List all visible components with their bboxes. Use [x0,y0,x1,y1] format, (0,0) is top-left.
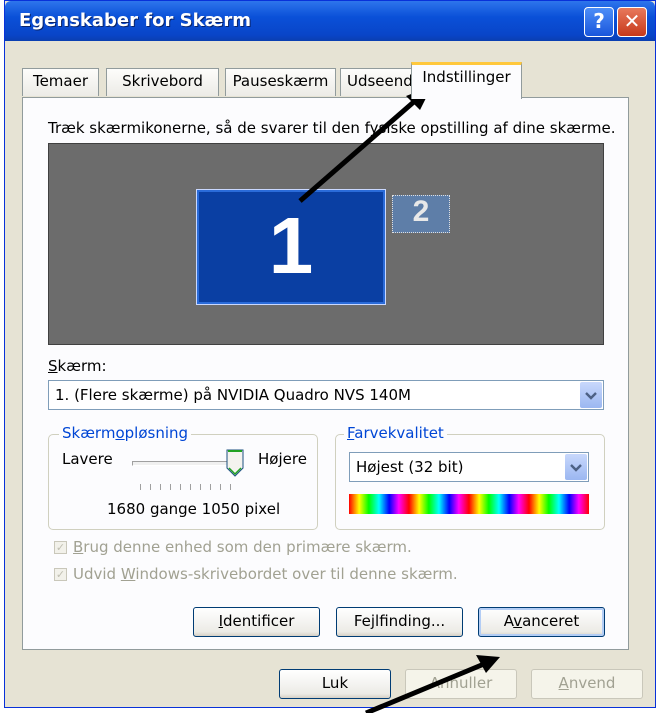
annotation-arrows [298,86,500,713]
tab-settings[interactable]: Indstillinger [411,62,522,99]
tab-label: Indstillinger [422,68,511,86]
arrow-to-settings-tab [298,86,432,203]
arrow-to-advanced-button [365,655,500,713]
